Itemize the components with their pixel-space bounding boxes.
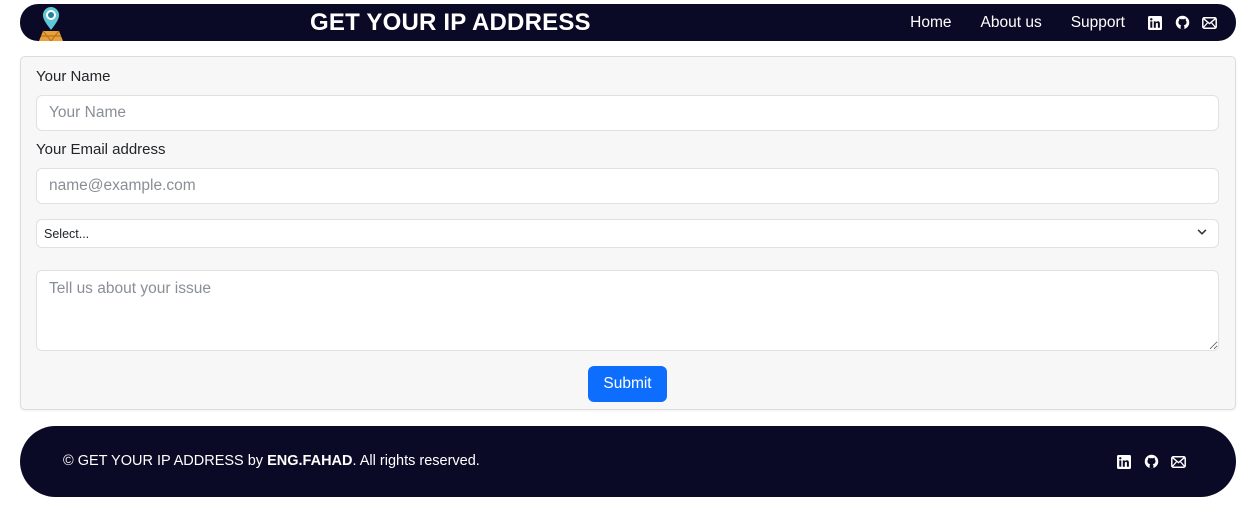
nav-support-link[interactable]: Support — [1071, 14, 1125, 32]
linkedin-icon[interactable] — [1147, 15, 1163, 31]
github-icon[interactable] — [1174, 15, 1190, 31]
footer-author: ENG.FAHAD — [267, 453, 353, 469]
issue-textarea[interactable] — [36, 270, 1219, 351]
mail-icon[interactable] — [1201, 15, 1217, 31]
mail-icon[interactable] — [1170, 454, 1186, 470]
submit-button[interactable]: Submit — [588, 366, 667, 402]
issue-type-select-value: Select... — [44, 226, 90, 241]
footer-copyright: © GET YOUR IP ADDRESS by ENG.FAHAD. All … — [63, 426, 480, 497]
location-pin-globe-icon[interactable] — [33, 4, 69, 42]
nav-home-link[interactable]: Home — [910, 14, 951, 32]
footer-social-icons — [1105, 426, 1186, 497]
nav-about-link[interactable]: About us — [981, 14, 1042, 32]
nav-links: Home About us Support — [910, 4, 1236, 41]
footer-copyright-suffix: . All rights reserved. — [352, 453, 480, 469]
brand-title[interactable]: GET YOUR IP ADDRESS — [310, 4, 591, 41]
footer-copyright-prefix: © GET YOUR IP ADDRESS by — [63, 453, 268, 469]
name-input[interactable] — [36, 95, 1219, 131]
footer: © GET YOUR IP ADDRESS by ENG.FAHAD. All … — [20, 426, 1236, 497]
linkedin-icon[interactable] — [1116, 454, 1132, 470]
support-form: Your Name Your Email address Select... S… — [20, 56, 1236, 410]
chevron-down-icon — [1196, 226, 1208, 241]
issue-type-select[interactable]: Select... — [36, 219, 1219, 248]
top-navbar: GET YOUR IP ADDRESS Home About us Suppor… — [20, 4, 1236, 42]
email-label: Your Email address — [36, 141, 166, 158]
email-input[interactable] — [36, 168, 1219, 204]
github-icon[interactable] — [1143, 454, 1159, 470]
name-label: Your Name — [36, 68, 111, 85]
